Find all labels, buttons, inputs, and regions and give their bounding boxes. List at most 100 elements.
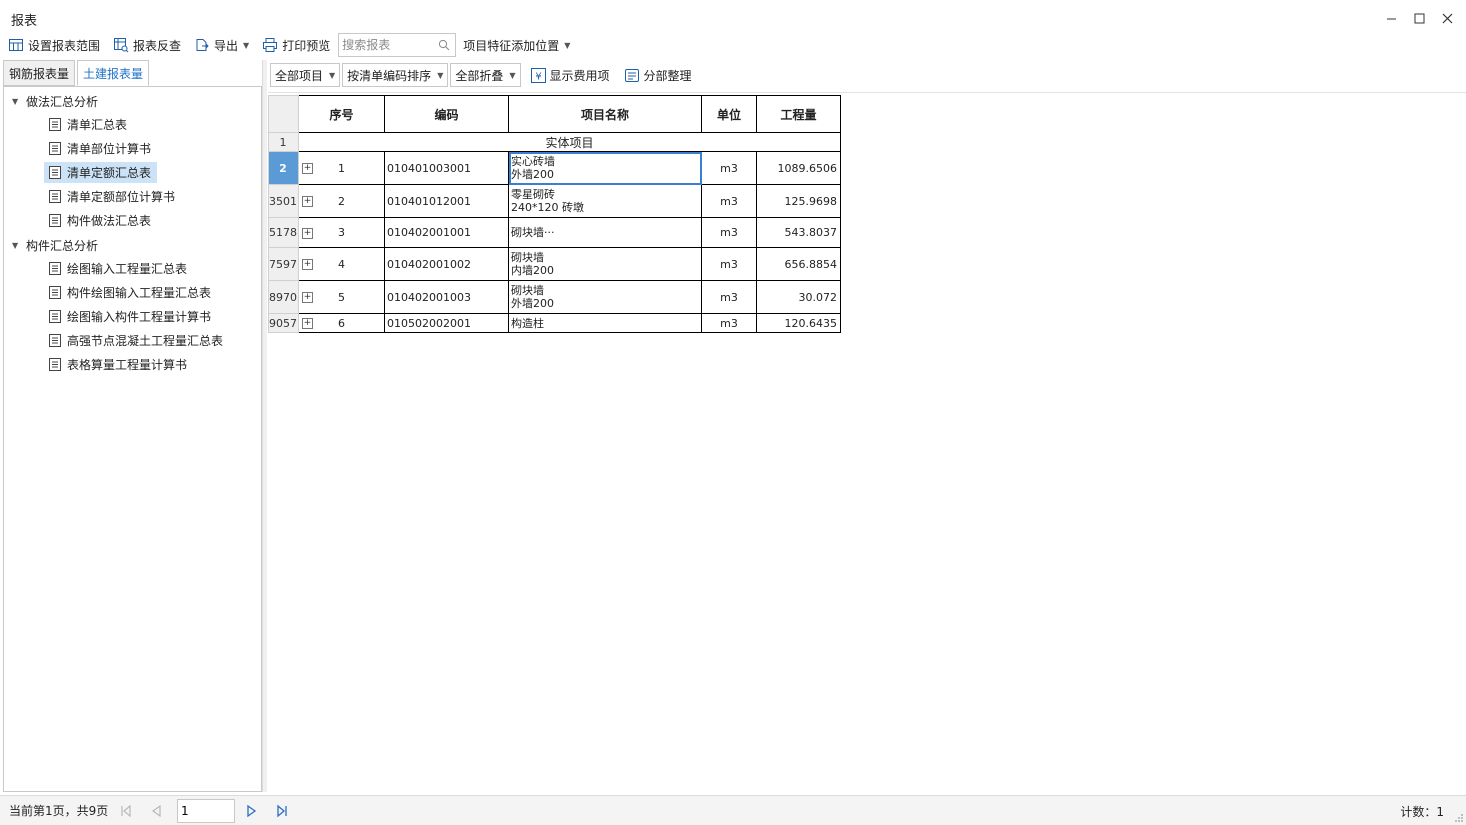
unit-cell[interactable]: m3: [701, 247, 757, 281]
svg-text:¥: ¥: [535, 71, 541, 82]
seq-cell[interactable]: +6: [298, 313, 385, 333]
tree-item-bill-location[interactable]: 清单部位计算书: [44, 138, 157, 159]
project-filter-dropdown[interactable]: 全部项目 ▼: [270, 63, 341, 87]
row-number[interactable]: 2: [268, 151, 299, 185]
name-cell[interactable]: 零星砌砖 240*120 砖墩: [508, 184, 702, 218]
seq-cell[interactable]: +2: [298, 184, 385, 218]
tree-group-component[interactable]: ▼ 构件汇总分析: [12, 237, 98, 254]
name-cell[interactable]: 砌块墙 外墙200: [508, 280, 702, 314]
resize-grip-icon[interactable]: [1454, 813, 1464, 823]
tree-item-bill-quota-summary[interactable]: 清单定额汇总表: [44, 162, 158, 183]
tree-item-bill-quota-location[interactable]: 清单定额部位计算书: [44, 186, 181, 207]
expand-icon[interactable]: +: [302, 196, 313, 207]
feature-position-dropdown[interactable]: 项目特征添加位置 ▼: [461, 34, 572, 56]
chevron-down-icon: ▼: [509, 70, 516, 80]
chevron-down-icon: ▼: [243, 40, 250, 50]
prev-page-button[interactable]: [147, 802, 165, 820]
unit-cell[interactable]: m3: [701, 151, 757, 185]
tree-item-table-calc-book[interactable]: 表格算量工程量计算书: [44, 354, 193, 375]
maximize-button[interactable]: [1406, 7, 1432, 29]
name-line: 实心砖墙: [511, 155, 555, 168]
tab-rebar-report[interactable]: 钢筋报表量: [3, 60, 76, 86]
code-cell[interactable]: 010502002001: [384, 313, 509, 333]
page-number-input[interactable]: [177, 798, 235, 823]
print-preview-button[interactable]: 打印预览: [260, 34, 332, 56]
expand-icon[interactable]: +: [302, 227, 313, 239]
export-icon: [196, 39, 209, 51]
tree-item-component-method[interactable]: 构件做法汇总表: [44, 210, 157, 231]
expand-icon[interactable]: +: [302, 259, 313, 270]
last-page-button[interactable]: [273, 802, 291, 820]
tree-group-method[interactable]: ▼ 做法汇总分析: [12, 93, 98, 110]
unit-cell[interactable]: m3: [701, 313, 757, 333]
tab-civil-report[interactable]: 土建报表量: [77, 60, 150, 86]
reverse-check-button[interactable]: 报表反查: [111, 34, 183, 56]
row-number[interactable]: 7597: [268, 247, 299, 281]
row-number[interactable]: 9057: [268, 313, 299, 333]
minimize-icon: [1386, 18, 1396, 19]
row-number[interactable]: 3501: [268, 184, 299, 218]
search-icon[interactable]: [438, 39, 450, 51]
seq-cell[interactable]: +3: [298, 217, 385, 248]
grid-corner[interactable]: [268, 95, 299, 133]
name-cell[interactable]: 实心砖墙 外墙200: [508, 151, 702, 185]
document-icon: [49, 118, 61, 131]
code-cell[interactable]: 010401012001: [384, 184, 509, 218]
name-line: 砌块墙: [511, 284, 544, 297]
main-toolbar: 设置报表范围 报表反查 导出 ▼ 打印预览 项目特征添加位置 ▼: [0, 32, 1466, 58]
tree-item-drawing-summary[interactable]: 绘图输入工程量汇总表: [44, 258, 193, 279]
table-row: 8970 +5 010402001003 砌块墙 外墙200 m3 30.072: [268, 280, 841, 314]
set-range-button[interactable]: 设置报表范围: [6, 34, 102, 56]
code-cell[interactable]: 010402001003: [384, 280, 509, 314]
export-button[interactable]: 导出 ▼: [192, 34, 251, 56]
panel-splitter[interactable]: [262, 60, 267, 792]
name-cell[interactable]: 砌块墙 内墙200: [508, 247, 702, 281]
report-tree: ▼ 做法汇总分析 清单汇总表 清单部位计算书 清单定额汇总表 清单定额部位计算书…: [3, 86, 262, 792]
document-icon: [49, 142, 61, 155]
name-cell[interactable]: 构造柱: [508, 313, 702, 333]
quantity-cell[interactable]: 1089.6506: [756, 151, 841, 185]
row-number[interactable]: 8970: [268, 280, 299, 314]
tree-item-drawing-calc-book[interactable]: 绘图输入构件工程量计算书: [44, 306, 217, 327]
quantity-cell[interactable]: 125.9698: [756, 184, 841, 218]
row-number[interactable]: 5178: [268, 217, 299, 248]
seq-value: 2: [338, 194, 345, 208]
tree-item-bill-summary[interactable]: 清单汇总表: [44, 114, 133, 135]
seq-cell[interactable]: +1: [298, 151, 385, 185]
row-number[interactable]: 1: [268, 132, 299, 152]
code-cell[interactable]: 010402001001: [384, 217, 509, 248]
unit-cell[interactable]: m3: [701, 280, 757, 314]
name-line: 内墙200: [511, 264, 554, 277]
export-label: 导出: [214, 38, 239, 53]
tree-item-component-drawing-summary[interactable]: 构件绘图输入工程量汇总表: [44, 282, 217, 303]
unit-cell[interactable]: m3: [701, 184, 757, 218]
show-fee-button[interactable]: ¥ 显示费用项: [529, 63, 612, 87]
seq-cell[interactable]: +5: [298, 280, 385, 314]
header-unit: 单位: [701, 95, 757, 133]
fold-dropdown[interactable]: 全部折叠 ▼: [450, 63, 521, 87]
quantity-cell[interactable]: 120.6435: [756, 313, 841, 333]
code-cell[interactable]: 010401003001: [384, 151, 509, 185]
expand-icon[interactable]: +: [302, 292, 313, 303]
code-cell[interactable]: 010402001002: [384, 247, 509, 281]
quantity-cell[interactable]: 30.072: [756, 280, 841, 314]
close-button[interactable]: [1434, 7, 1460, 29]
seq-cell[interactable]: +4: [298, 247, 385, 281]
unit-cell[interactable]: m3: [701, 217, 757, 248]
section-title[interactable]: 实体项目: [298, 132, 841, 152]
name-cell[interactable]: 砌块墙···: [508, 217, 702, 248]
fold-label: 全部折叠: [455, 68, 504, 83]
next-page-button[interactable]: [243, 802, 261, 820]
quantity-cell[interactable]: 543.8037: [756, 217, 841, 248]
tree-item-label: 清单汇总表: [67, 118, 128, 132]
quantity-cell[interactable]: 656.8854: [756, 247, 841, 281]
expand-icon[interactable]: +: [302, 163, 313, 174]
tree-item-high-strength-joint[interactable]: 高强节点混凝土工程量汇总表: [44, 330, 229, 351]
sort-dropdown[interactable]: 按清单编码排序 ▼: [342, 63, 449, 87]
minimize-button[interactable]: [1378, 7, 1404, 29]
first-page-button[interactable]: [117, 802, 135, 820]
document-icon: [49, 214, 61, 227]
organize-button[interactable]: 分部整理: [622, 63, 694, 87]
set-range-label: 设置报表范围: [28, 38, 101, 53]
expand-icon[interactable]: +: [302, 318, 313, 329]
